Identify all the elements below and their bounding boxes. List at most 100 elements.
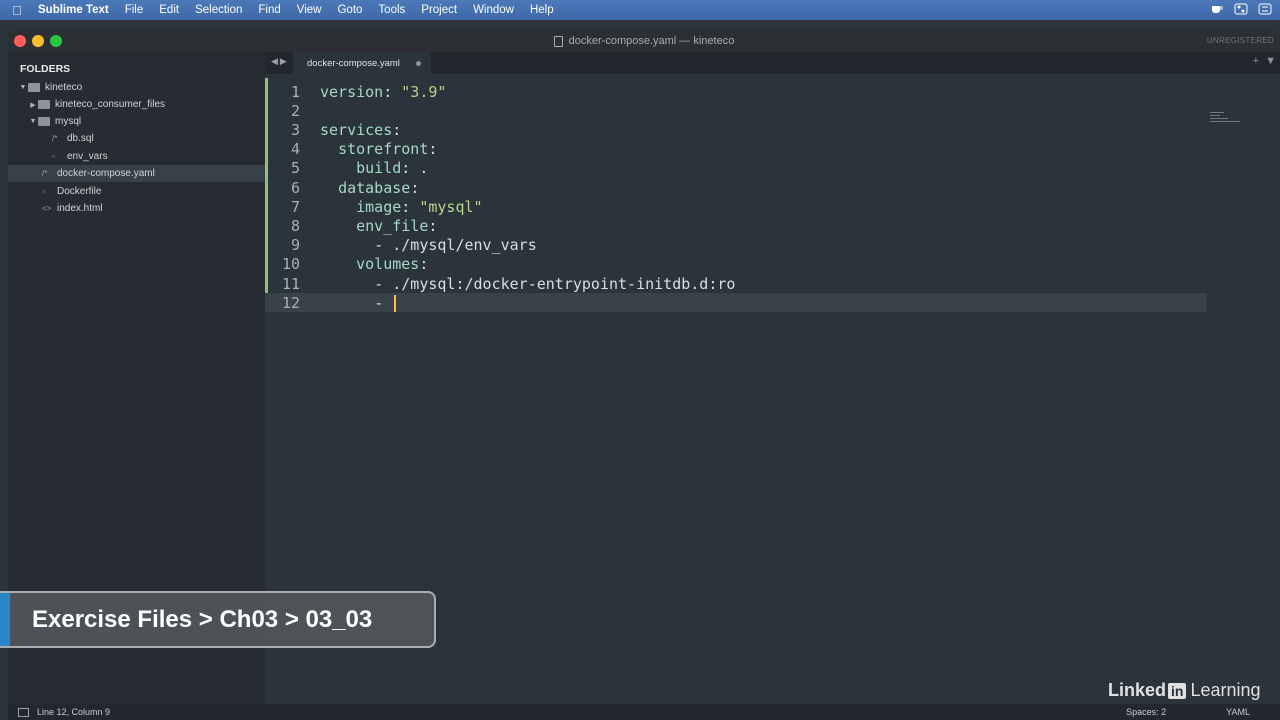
title-bar[interactable]: docker-compose.yaml — kineteco UNREGISTE… xyxy=(8,30,1280,52)
yaml-separator: : xyxy=(401,197,420,216)
menu-project[interactable]: Project xyxy=(413,4,465,16)
tree-label: index.html xyxy=(57,203,103,214)
cup-icon[interactable] xyxy=(1210,2,1224,16)
yaml-key: services xyxy=(320,120,393,139)
yaml-key: image xyxy=(356,197,402,216)
linkedin-learning-watermark: Linked in Learning xyxy=(1108,680,1261,701)
code-text: volumes: xyxy=(320,255,428,273)
line-number: 2 xyxy=(290,101,300,120)
code-line[interactable]: 12 - xyxy=(265,293,1207,313)
chevron-right-icon[interactable]: ▶ xyxy=(28,101,38,109)
code-line[interactable]: 5 build: . xyxy=(265,159,1207,178)
panel-toggle-icon[interactable] xyxy=(18,707,29,717)
maximize-icon[interactable] xyxy=(50,35,62,47)
file-code-icon: <> xyxy=(42,204,52,213)
tree-file-index-html[interactable]: <> index.html xyxy=(8,200,265,217)
code-line[interactable]: 3 services: xyxy=(265,120,1207,139)
menu-view[interactable]: View xyxy=(289,4,330,16)
tree-folder-kineteco-consumer-files[interactable]: ▶ kineteco_consumer_files xyxy=(8,96,265,113)
tree-label: db.sql xyxy=(67,133,94,144)
menu-goto[interactable]: Goto xyxy=(329,4,370,16)
code-text: env_file: xyxy=(320,217,437,235)
menu-app-name[interactable]: Sublime Text xyxy=(34,4,117,16)
window-controls xyxy=(14,35,62,47)
code-line[interactable]: 10 volumes: xyxy=(265,255,1207,274)
yaml-value: "3.9" xyxy=(401,82,447,101)
minimap[interactable] xyxy=(1210,112,1246,130)
window-title: docker-compose.yaml — kineteco xyxy=(568,35,735,47)
code-line[interactable]: 6 database: xyxy=(265,178,1207,197)
apple-icon[interactable]:  xyxy=(0,3,34,18)
tab-nav-arrows-icon[interactable]: ◀▶ xyxy=(271,56,289,67)
exercise-path: Exercise Files > Ch03 > 03_03 xyxy=(32,605,373,633)
line-number: 6 xyxy=(290,178,300,197)
chevron-down-icon[interactable]: ▼ xyxy=(28,118,38,125)
tree-label: kineteco xyxy=(45,82,83,93)
yaml-value: ./mysql:/docker-entrypoint-initdb.d:ro xyxy=(392,274,736,293)
tree-folder-kineteco[interactable]: ▼ kineteco xyxy=(8,79,265,96)
line-number: 9 xyxy=(290,236,300,255)
folder-icon xyxy=(38,117,50,126)
tree-label: env_vars xyxy=(67,151,108,162)
yaml-value: "mysql" xyxy=(419,197,483,216)
code-line[interactable]: 2 xyxy=(265,101,1207,120)
tab-close-icon[interactable] xyxy=(416,61,421,66)
yaml-value: . xyxy=(419,159,429,178)
tab-menu-icon[interactable]: ▼ xyxy=(1265,55,1276,67)
new-tab-icon[interactable]: + xyxy=(1253,55,1259,67)
menu-tools[interactable]: Tools xyxy=(370,4,413,16)
yaml-separator: : xyxy=(383,82,402,101)
menu-icon[interactable] xyxy=(1258,2,1272,16)
code-text: - ./mysql:/docker-entrypoint-initdb.d:ro xyxy=(320,275,735,293)
menu-edit[interactable]: Edit xyxy=(151,4,187,16)
tree-file-docker-compose[interactable]: /* docker-compose.yaml xyxy=(8,165,265,182)
unregistered-label: UNREGISTERED xyxy=(1206,36,1274,45)
yaml-separator: - xyxy=(374,236,393,255)
code-text: version: "3.9" xyxy=(320,83,446,101)
file-comment-icon: /* xyxy=(42,169,48,178)
menu-help[interactable]: Help xyxy=(522,4,562,16)
minimize-icon[interactable] xyxy=(32,35,44,47)
yaml-separator: : xyxy=(401,159,420,178)
code-line[interactable]: 7 image: "mysql" xyxy=(265,197,1207,216)
tree-file-db-sql[interactable]: /* db.sql xyxy=(8,130,265,147)
code-line[interactable]: 1 version: "3.9" xyxy=(265,82,1207,101)
indentation-setting[interactable]: Spaces: 2 xyxy=(1096,707,1196,717)
watermark-linked: Linked xyxy=(1108,680,1167,700)
tree-file-dockerfile[interactable]: ▫ Dockerfile xyxy=(8,183,265,200)
tree-file-env-vars[interactable]: ▫ env_vars xyxy=(8,148,265,165)
line-number: 12 xyxy=(281,293,300,312)
document-icon xyxy=(553,35,563,47)
close-icon[interactable] xyxy=(14,35,26,47)
menu-window[interactable]: Window xyxy=(465,4,522,16)
syntax-selector[interactable]: YAML xyxy=(1196,707,1280,717)
menu-bar:  Sublime Text File Edit Selection Find … xyxy=(0,0,1280,20)
menu-selection[interactable]: Selection xyxy=(187,4,250,16)
menu-file[interactable]: File xyxy=(117,4,152,16)
code-line[interactable]: 8 env_file: xyxy=(265,216,1207,235)
yaml-key: version xyxy=(320,82,384,101)
menu-find[interactable]: Find xyxy=(250,4,288,16)
tree-folder-mysql[interactable]: ▼ mysql xyxy=(8,113,265,130)
yaml-key: env_file xyxy=(356,216,429,235)
code-line[interactable]: 4 storefront: xyxy=(265,140,1207,159)
line-number: 3 xyxy=(290,120,300,139)
status-bar: Line 12, Column 9 Spaces: 2 YAML xyxy=(8,704,1280,720)
yaml-key: volumes xyxy=(356,255,420,274)
linkedin-logo-icon: in xyxy=(1168,682,1187,699)
line-number: 1 xyxy=(290,82,300,101)
toggle-icon[interactable] xyxy=(1234,2,1248,16)
yaml-key: build xyxy=(356,159,402,178)
code-line[interactable]: 11 - ./mysql:/docker-entrypoint-initdb.d… xyxy=(265,274,1207,293)
tab-docker-compose[interactable]: docker-compose.yaml xyxy=(293,52,431,74)
file-icon: ▫ xyxy=(52,152,55,161)
chevron-down-icon[interactable]: ▼ xyxy=(18,84,28,91)
tree-label: docker-compose.yaml xyxy=(57,168,155,179)
code-line[interactable]: 9 - ./mysql/env_vars xyxy=(265,236,1207,255)
